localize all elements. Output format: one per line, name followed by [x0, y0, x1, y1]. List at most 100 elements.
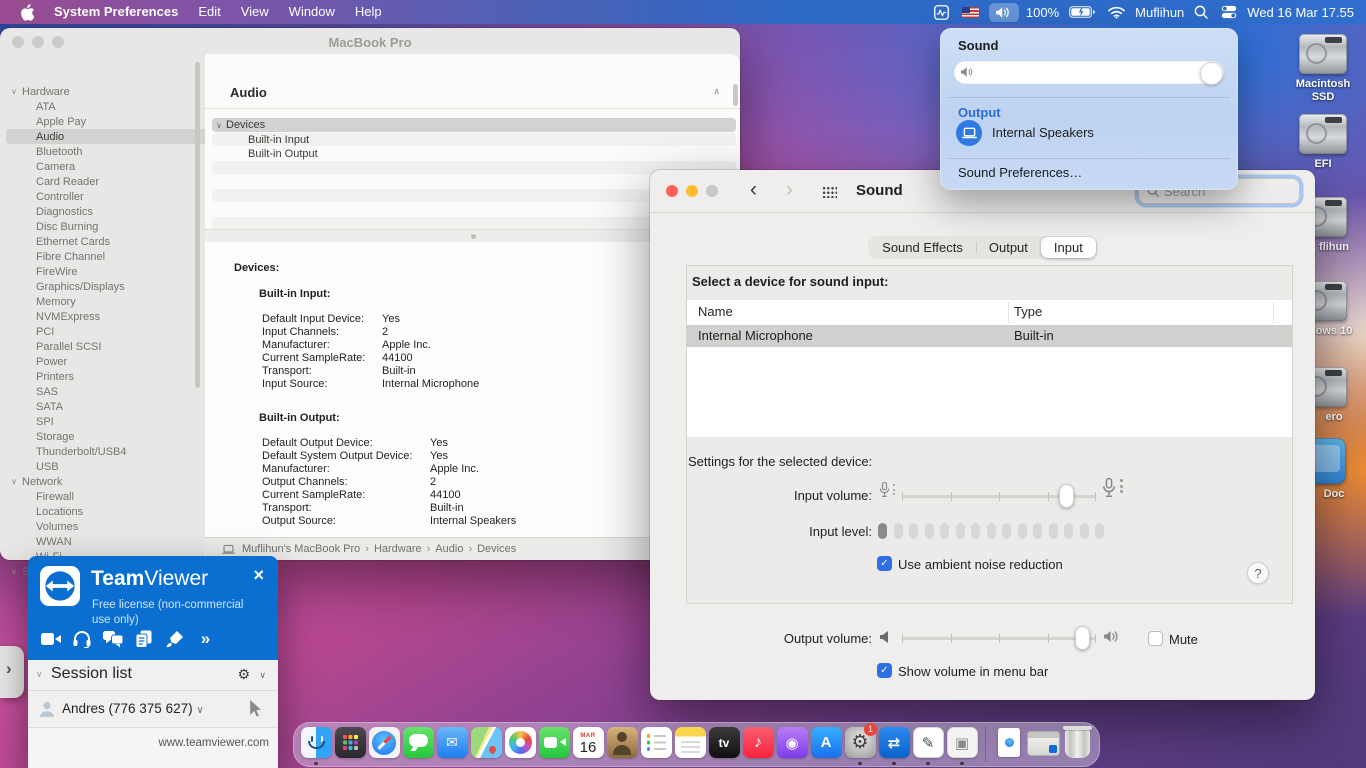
tree-item-built-in-output[interactable]: Built-in Output	[212, 147, 736, 160]
sidebar-scrollbar[interactable]	[195, 62, 200, 388]
sidebar-item-pci[interactable]: PCI	[6, 324, 226, 339]
sidebar-item-storage[interactable]: Storage	[6, 429, 226, 444]
volume-knob[interactable]	[1200, 62, 1223, 85]
chevron-down-icon[interactable]: ∨	[259, 670, 266, 681]
sidebar-item-thunderbolt-usb4[interactable]: Thunderbolt/USB4	[6, 444, 226, 459]
input-volume-slider[interactable]	[902, 484, 1096, 508]
tree-root-devices[interactable]: ∨Devices	[212, 118, 736, 132]
sound-preferences-item[interactable]: Sound Preferences…	[958, 165, 1082, 180]
wifi-icon[interactable]	[1105, 6, 1128, 19]
sidebar-item-card-reader[interactable]: Card Reader	[6, 174, 226, 189]
input-source-flag-icon[interactable]	[959, 7, 982, 18]
show-volume-checkbox[interactable]: ✓	[877, 663, 892, 678]
app-menu-system-preferences[interactable]: System Preferences	[44, 0, 188, 24]
slider-knob[interactable]	[1075, 626, 1090, 650]
sidebar-item-sata[interactable]: SATA	[6, 399, 226, 414]
show-all-grid-icon[interactable]	[822, 186, 837, 198]
minimize-button[interactable]	[686, 185, 698, 197]
dock-minimized-window[interactable]	[1026, 722, 1060, 767]
control-center-icon[interactable]	[1218, 4, 1240, 20]
popover-volume-slider[interactable]	[954, 61, 1224, 84]
sidebar-item-controller[interactable]: Controller	[6, 189, 226, 204]
mute-checkbox[interactable]	[1148, 631, 1163, 646]
dock-tv[interactable]: tv	[707, 722, 741, 767]
dock-notes[interactable]	[673, 722, 707, 767]
sound-menu-icon[interactable]	[989, 3, 1019, 22]
sidebar-item-nvmexpress[interactable]: NVMExpress	[6, 309, 226, 324]
audio-section-header[interactable]: Audio ∧	[205, 54, 740, 109]
output-volume-slider[interactable]	[902, 626, 1096, 650]
activity-icon[interactable]	[931, 5, 952, 20]
help-button[interactable]: ?	[1247, 562, 1269, 584]
sidebar-item-volumes[interactable]: Volumes	[6, 519, 226, 534]
dock-photos[interactable]	[503, 722, 537, 767]
sidebar-item-diagnostics[interactable]: Diagnostics	[6, 204, 226, 219]
dock-textedit[interactable]: ✎	[911, 722, 945, 767]
chevron-up-icon[interactable]: ∧	[713, 86, 720, 97]
menu-view[interactable]: View	[231, 0, 279, 24]
sidebar-item-audio[interactable]: Audio	[6, 129, 226, 144]
dock-system-preferences[interactable]: ⚙1	[843, 722, 877, 767]
session-entry[interactable]: Andres (776 375 627) ∨	[28, 692, 278, 726]
sidebar-item-sas[interactable]: SAS	[6, 384, 226, 399]
session-list-header[interactable]: ∨ Session list ⚙ ∨	[28, 660, 278, 691]
dock-reminders[interactable]	[639, 722, 673, 767]
dock-messages[interactable]	[401, 722, 435, 767]
sidebar-item-usb[interactable]: USB	[6, 459, 226, 474]
headset-icon[interactable]	[71, 630, 92, 648]
menu-window[interactable]: Window	[279, 0, 345, 24]
copy-icon[interactable]	[133, 630, 154, 648]
ambient-noise-checkbox[interactable]: ✓	[877, 556, 892, 571]
sidebar-item-bluetooth[interactable]: Bluetooth	[6, 144, 226, 159]
menu-edit[interactable]: Edit	[188, 0, 230, 24]
apple-menu[interactable]	[10, 4, 44, 21]
sidebar-item-ata[interactable]: ATA	[6, 99, 226, 114]
zoom-button[interactable]	[706, 185, 718, 197]
table-header[interactable]: Name Type	[687, 300, 1292, 326]
dock-music[interactable]: ♪	[741, 722, 775, 767]
forward-button[interactable]: ›	[786, 177, 793, 203]
dock-trash[interactable]	[1060, 722, 1094, 767]
tree-item-built-in-input[interactable]: Built-in Input	[212, 133, 736, 146]
gear-icon[interactable]: ⚙	[237, 666, 250, 683]
sidebar-item-spi[interactable]: SPI	[6, 414, 226, 429]
dock-app-store[interactable]: A	[809, 722, 843, 767]
sidebar-item-camera[interactable]: Camera	[6, 159, 226, 174]
sidebar-item-locations[interactable]: Locations	[6, 504, 226, 519]
spotlight-search-icon[interactable]	[1191, 5, 1211, 19]
sidebar-item-power[interactable]: Power	[6, 354, 226, 369]
sidebar-section-hardware[interactable]: ∨Hardware	[6, 84, 196, 99]
sidebar-item-firewall[interactable]: Firewall	[6, 489, 226, 504]
user-menu[interactable]: Muflihun	[1135, 5, 1184, 20]
sidebar-item-parallel-scsi[interactable]: Parallel SCSI	[6, 339, 226, 354]
tab-sound-effects[interactable]: Sound Effects	[869, 237, 976, 258]
battery-icon[interactable]	[1066, 6, 1098, 18]
desktop-icon-efi[interactable]	[1299, 114, 1347, 154]
sidebar-item-wwan[interactable]: WWAN	[6, 534, 226, 549]
dock-safari[interactable]	[367, 722, 401, 767]
sidebar-item-printers[interactable]: Printers	[6, 369, 226, 384]
sidebar-item-ethernet-cards[interactable]: Ethernet Cards	[6, 234, 226, 249]
teamviewer-website-link[interactable]: www.teamviewer.com	[158, 737, 269, 749]
sidebar-item-firewire[interactable]: FireWire	[6, 264, 226, 279]
slider-knob[interactable]	[1059, 484, 1074, 508]
dock-calendar[interactable]: MAR16	[571, 722, 605, 767]
dock-maps[interactable]	[469, 722, 503, 767]
desktop-icon-macintosh-ssd[interactable]	[1299, 34, 1347, 74]
dock-facetime[interactable]	[537, 722, 571, 767]
tab-output[interactable]: Output	[976, 237, 1041, 258]
dock-finder[interactable]	[299, 722, 333, 767]
teamviewer-edge-tab[interactable]: ›	[0, 646, 24, 698]
dock-utility[interactable]: ▣	[945, 722, 979, 767]
video-icon[interactable]	[40, 630, 61, 648]
dock-teamviewer[interactable]: ⇄	[877, 722, 911, 767]
output-device-row[interactable]: Internal Speakers	[940, 120, 1238, 150]
sidebar-item-fibre-channel[interactable]: Fibre Channel	[6, 249, 226, 264]
clock[interactable]: Wed 16 Mar 17.55	[1247, 5, 1354, 20]
close-button[interactable]	[666, 185, 678, 197]
brush-icon[interactable]	[164, 630, 185, 648]
more-icon[interactable]: »	[195, 630, 216, 648]
main-scrollbar[interactable]	[733, 84, 738, 106]
sidebar-item-memory[interactable]: Memory	[6, 294, 226, 309]
back-button[interactable]: ‹	[750, 177, 757, 203]
